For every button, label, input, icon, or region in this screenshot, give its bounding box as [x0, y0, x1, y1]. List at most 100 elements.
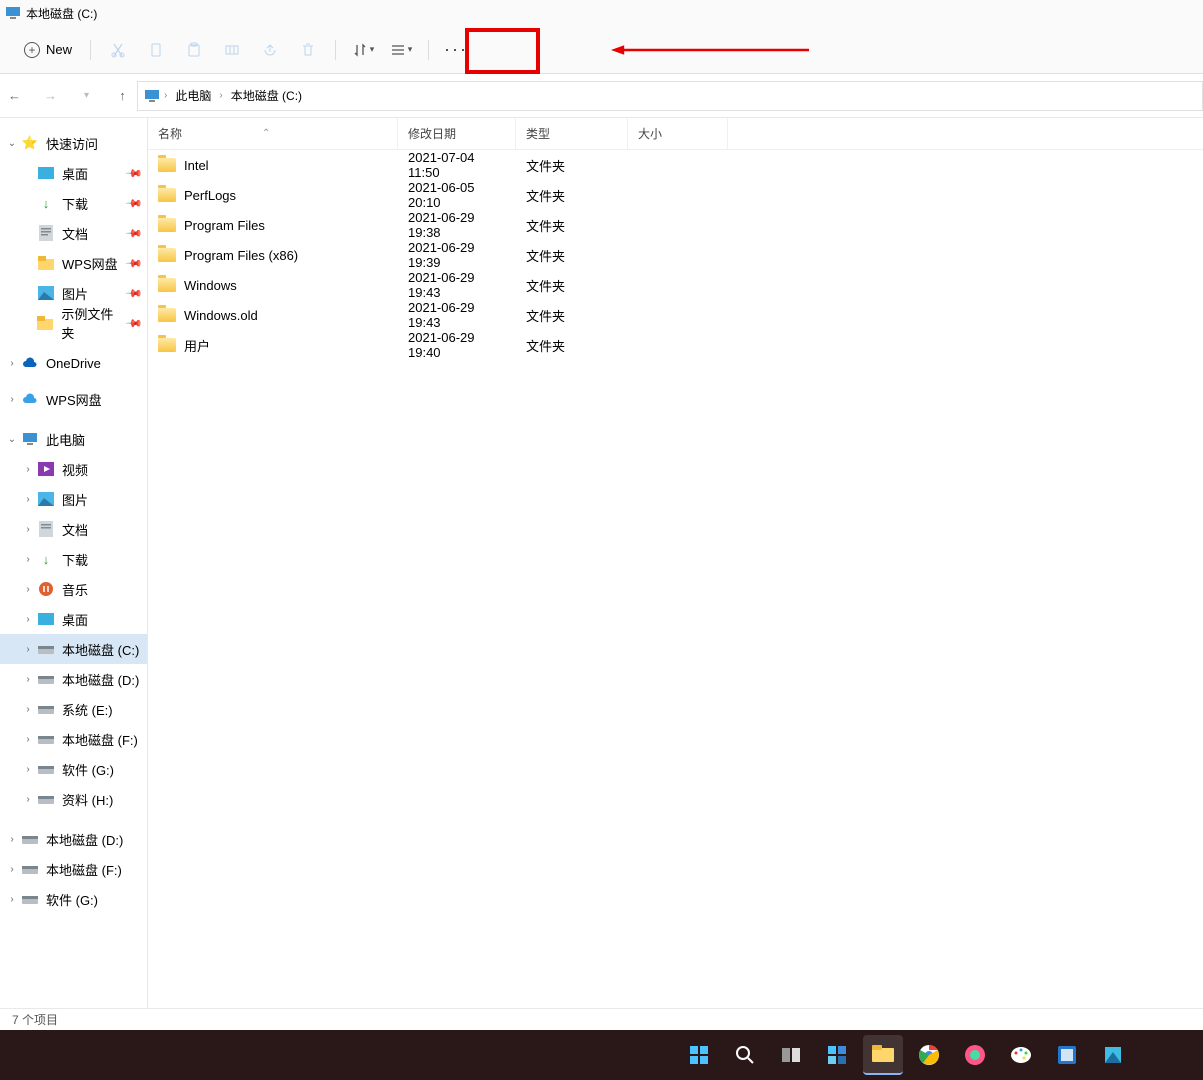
back-button[interactable]: ←: [4, 85, 26, 107]
sidebar-quick-item[interactable]: 文档📌: [0, 218, 147, 248]
taskbar-search[interactable]: [725, 1035, 765, 1075]
view-button[interactable]: ▾: [382, 33, 420, 67]
item-icon: [38, 521, 54, 537]
file-name: Windows.old: [184, 308, 258, 323]
taskbar-taskview[interactable]: [771, 1035, 811, 1075]
pin-icon: 📌: [125, 194, 144, 213]
sidebar-drive-item[interactable]: ›本地磁盘 (F:): [0, 854, 147, 884]
sidebar: ⌄ ⭐ 快速访问 桌面📌↓下载📌文档📌WPS网盘📌图片📌示例文件夹📌 › One…: [0, 118, 148, 1008]
file-date: 2021-06-29 19:43: [398, 270, 516, 300]
status-bar: 7 个项目: [0, 1008, 1203, 1030]
chevron-right-icon: ›: [22, 644, 34, 655]
column-date[interactable]: 修改日期: [398, 118, 516, 149]
more-button[interactable]: ···: [437, 33, 475, 67]
sidebar-drive-item[interactable]: ›软件 (G:): [0, 884, 147, 914]
forward-button[interactable]: →: [40, 85, 62, 107]
sidebar-pc-item[interactable]: ›文档: [0, 514, 147, 544]
sidebar-pc-item[interactable]: ›视频: [0, 454, 147, 484]
sidebar-quick-item[interactable]: 桌面📌: [0, 158, 147, 188]
sidebar-wps[interactable]: › WPS网盘: [0, 384, 147, 414]
file-row[interactable]: Windows.old2021-06-29 19:43文件夹: [148, 300, 1203, 330]
file-row[interactable]: Intel2021-07-04 11:50文件夹: [148, 150, 1203, 180]
sidebar-pc-item[interactable]: ›本地磁盘 (C:): [0, 634, 147, 664]
chevron-right-icon: ›: [22, 794, 34, 805]
sidebar-pc-item[interactable]: ›↓下载: [0, 544, 147, 574]
new-button[interactable]: + New: [14, 36, 82, 64]
sidebar-drive-item[interactable]: ›本地磁盘 (D:): [0, 824, 147, 854]
share-button[interactable]: [251, 33, 289, 67]
column-type[interactable]: 类型: [516, 118, 628, 149]
file-type: 文件夹: [516, 246, 628, 265]
item-icon: [38, 225, 54, 241]
item-icon: [37, 315, 53, 331]
sidebar-pc-item[interactable]: ›本地磁盘 (F:): [0, 724, 147, 754]
paste-button[interactable]: [175, 33, 213, 67]
sidebar-quick-item[interactable]: 示例文件夹📌: [0, 308, 147, 338]
sidebar-pc-item[interactable]: ›本地磁盘 (D:): [0, 664, 147, 694]
taskbar-chrome[interactable]: [909, 1035, 949, 1075]
cut-button[interactable]: [99, 33, 137, 67]
file-row[interactable]: 用户2021-06-29 19:40文件夹: [148, 330, 1203, 360]
file-name: 用户: [184, 336, 210, 355]
chevron-right-icon: ›: [22, 554, 34, 565]
chevron-right-icon: ›: [6, 834, 18, 845]
sidebar-quick-access[interactable]: ⌄ ⭐ 快速访问: [0, 128, 147, 158]
chevron-right-icon: ›: [6, 358, 18, 369]
taskbar-widgets[interactable]: [817, 1035, 857, 1075]
chevron-right-icon: ›: [164, 90, 167, 101]
chevron-right-icon: ›: [22, 704, 34, 715]
column-name[interactable]: 名称⌃: [148, 118, 398, 149]
file-row[interactable]: Program Files (x86)2021-06-29 19:39文件夹: [148, 240, 1203, 270]
chevron-right-icon: ›: [22, 464, 34, 475]
folder-icon: [158, 158, 176, 172]
cloud-icon: [22, 355, 38, 371]
taskbar-app2[interactable]: [1047, 1035, 1087, 1075]
sidebar-pc-item[interactable]: ›资料 (H:): [0, 784, 147, 814]
taskbar-explorer[interactable]: [863, 1035, 903, 1075]
window-title: 本地磁盘 (C:): [26, 5, 97, 22]
file-name: Program Files: [184, 218, 265, 233]
item-icon: ↓: [38, 195, 54, 211]
up-button[interactable]: ↑: [112, 85, 134, 107]
file-date: 2021-07-04 11:50: [398, 150, 516, 180]
sort-button[interactable]: ▾: [344, 33, 382, 67]
taskbar-paint[interactable]: [1001, 1035, 1041, 1075]
item-icon: [38, 731, 54, 747]
pc-icon: [22, 431, 38, 447]
chevron-right-icon: ›: [22, 524, 34, 535]
file-row[interactable]: Windows2021-06-29 19:43文件夹: [148, 270, 1203, 300]
sidebar-pc-item[interactable]: ›桌面: [0, 604, 147, 634]
delete-button[interactable]: [289, 33, 327, 67]
item-icon: [38, 701, 54, 717]
star-icon: ⭐: [22, 135, 38, 151]
taskbar-app3[interactable]: [1093, 1035, 1133, 1075]
recent-dropdown[interactable]: ▾: [76, 85, 98, 107]
sidebar-this-pc[interactable]: ⌄ 此电脑: [0, 424, 147, 454]
folder-icon: [158, 248, 176, 262]
address-bar[interactable]: › 此电脑 › 本地磁盘 (C:): [137, 81, 1203, 111]
file-name: Intel: [184, 158, 209, 173]
file-row[interactable]: Program Files 2021-06-29 19:38文件夹: [148, 210, 1203, 240]
cloud-icon: [22, 391, 38, 407]
file-type: 文件夹: [516, 216, 628, 235]
breadcrumb-root[interactable]: 此电脑: [171, 85, 215, 106]
rename-button[interactable]: [213, 33, 251, 67]
sidebar-pc-item[interactable]: ›音乐: [0, 574, 147, 604]
sidebar-pc-item[interactable]: ›图片: [0, 484, 147, 514]
taskbar-start[interactable]: [679, 1035, 719, 1075]
taskbar-app1[interactable]: [955, 1035, 995, 1075]
taskbar: [0, 1030, 1203, 1080]
sidebar-quick-item[interactable]: WPS网盘📌: [0, 248, 147, 278]
pc-icon: [6, 7, 20, 19]
file-row[interactable]: PerfLogs2021-06-05 20:10文件夹: [148, 180, 1203, 210]
sidebar-pc-item[interactable]: ›软件 (G:): [0, 754, 147, 784]
copy-button[interactable]: [137, 33, 175, 67]
sidebar-onedrive[interactable]: › OneDrive: [0, 348, 147, 378]
sidebar-quick-item[interactable]: ↓下载📌: [0, 188, 147, 218]
sidebar-pc-item[interactable]: ›系统 (E:): [0, 694, 147, 724]
column-headers: 名称⌃ 修改日期 类型 大小: [148, 118, 1203, 150]
breadcrumb-current[interactable]: 本地磁盘 (C:): [227, 85, 306, 106]
column-size[interactable]: 大小: [628, 118, 728, 149]
file-date: 2021-06-29 19:38: [398, 210, 516, 240]
item-icon: [38, 671, 54, 687]
